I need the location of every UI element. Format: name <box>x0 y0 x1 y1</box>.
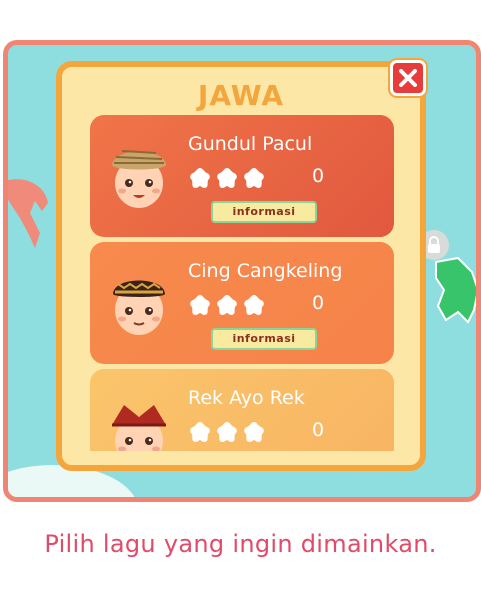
song-card[interactable]: Gundul Pacul 0 informasi <box>90 115 394 237</box>
star-icon <box>244 168 264 188</box>
star-rating <box>188 293 266 317</box>
song-title: Cing Cangkeling <box>188 260 343 282</box>
star-icon <box>217 422 237 442</box>
close-button[interactable] <box>390 60 426 96</box>
star-rating <box>188 166 266 190</box>
star-rating <box>188 420 266 444</box>
star-icon <box>244 422 264 442</box>
song-card[interactable]: Cing Cangkeling 0 informasi <box>90 242 394 364</box>
song-score: 0 <box>312 165 325 187</box>
character-portrait-icon <box>113 280 165 335</box>
song-title: Gundul Pacul <box>188 133 313 155</box>
character-portrait-icon <box>112 405 166 451</box>
song-list[interactable]: Gundul Pacul 0 informasi Cing Cangkeling <box>90 115 394 451</box>
island-sumatra <box>8 179 48 248</box>
info-button[interactable]: informasi <box>211 201 317 223</box>
song-card[interactable]: Rek Ayo Rek 0 <box>90 369 394 451</box>
instruction-text: Pilih lagu yang ingin dimainkan. <box>44 530 437 558</box>
song-score: 0 <box>312 292 325 314</box>
star-icon <box>190 422 210 442</box>
star-icon <box>217 295 237 315</box>
star-icon <box>190 168 210 188</box>
character-portrait-icon <box>112 150 166 208</box>
song-title: Rek Ayo Rek <box>188 387 305 409</box>
star-icon <box>190 295 210 315</box>
song-score: 0 <box>312 419 325 441</box>
lock-icon <box>428 236 440 253</box>
close-icon <box>399 69 417 87</box>
panel-title: JAWA <box>197 79 285 112</box>
star-icon <box>217 168 237 188</box>
star-icon <box>244 295 264 315</box>
info-button[interactable]: informasi <box>211 328 317 350</box>
island-kalimantan <box>435 256 476 324</box>
